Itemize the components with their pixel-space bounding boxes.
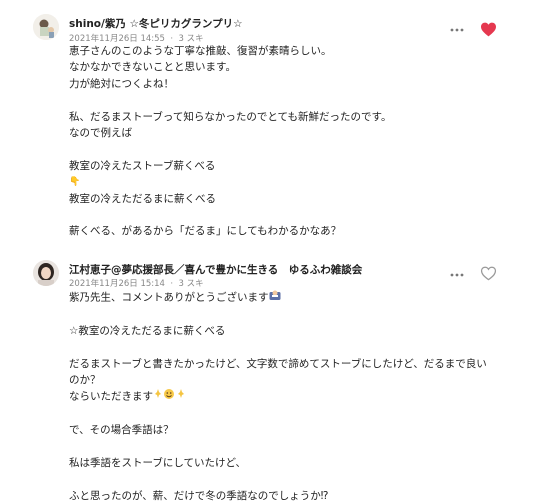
- avatar[interactable]: [33, 14, 59, 40]
- comment-body: 恵子さんのこのような丁寧な推敲、復習が素晴らしい。 なかなかできないことと思いま…: [69, 43, 391, 240]
- comment-line: ならいただきます: [69, 388, 487, 405]
- comment-line: で、その場合季語は？: [69, 424, 174, 437]
- comment-line: [69, 339, 487, 355]
- comment-1: shino/紫乃 ☆冬ピリカグランプリ☆ 2021年11月26日 14:55 ·…: [0, 0, 533, 250]
- comment-line-text: ならいただきます: [69, 391, 153, 404]
- comment-line: ☆教室の冷えただるまに薪くべる: [69, 324, 226, 337]
- comment-meta: 2021年11月26日 15:14 · 3 スキ: [69, 277, 204, 289]
- avatar[interactable]: [33, 260, 59, 286]
- sparkles-smiley-icon: [153, 388, 185, 405]
- comment-line: のか？: [69, 374, 101, 386]
- comment-line: なので例えば: [69, 127, 132, 140]
- avatar-photo-icon: [33, 260, 59, 286]
- comment-line: 薪くべる、があるから「だるま」にしてもわかるかなあ？: [69, 225, 342, 238]
- comment-date: 2021年11月26日 15:14: [69, 279, 165, 289]
- comment-line: 紫乃先生、コメントありがとうございます: [69, 289, 487, 306]
- more-dots-icon[interactable]: [450, 20, 464, 36]
- heart-outline-icon[interactable]: [480, 266, 498, 282]
- comment-line: 教室の冷えただるまに薪くべる: [69, 192, 216, 205]
- comment-line: 教室の冷えたストーブ薪くべる: [69, 159, 216, 172]
- comment-body: 紫乃先生、コメントありがとうございます ☆教室の冷えただるまに薪くべる だるまス…: [69, 289, 487, 504]
- comment-line: 力が絶対につくよね！: [69, 77, 174, 90]
- comment-line: [69, 306, 487, 322]
- comment-line: [69, 439, 487, 455]
- comment-author[interactable]: 江村恵子@夢応援部長／喜んで豊かに生きる ゆるふわ雑談会: [69, 262, 362, 277]
- avatar-illustration-icon: [33, 14, 59, 40]
- comment-line-text: 紫乃先生、コメントありがとうございます: [69, 291, 269, 304]
- comment-line: 私、だるまストーブって知らなかったのでとても新鮮だったのです。: [69, 110, 392, 123]
- comment-2: 江村恵子@夢応援部長／喜んで豊かに生きる ゆるふわ雑談会 2021年11月26日…: [0, 250, 533, 503]
- heart-icon[interactable]: [480, 22, 498, 38]
- like-count[interactable]: 3 スキ: [178, 279, 203, 289]
- comment-line: [69, 141, 391, 157]
- pointing-down-icon: 👇: [69, 177, 81, 188]
- comment-line: 私は季語をストーブにしていたけど、: [69, 457, 247, 469]
- comment-line: だるまストーブと書きたかったけど、文字数で諦めてストーブにしたけど、だるまで良い: [69, 357, 487, 370]
- comment-line: 恵子さんのこのような丁寧な推敲、復習が素晴らしい。: [69, 45, 332, 57]
- bowing-person-icon: [269, 289, 281, 306]
- comment-line: [69, 471, 487, 487]
- comment-line: ふと思ったのが、薪、だけで冬の季語なのでしょうか⁉: [69, 489, 329, 502]
- comment-line: [69, 406, 487, 422]
- comment-line: [69, 207, 391, 223]
- comment-author[interactable]: shino/紫乃 ☆冬ピリカグランプリ☆: [69, 16, 243, 31]
- meta-separator: ·: [167, 279, 176, 289]
- comment-line: なかなかできないことと思います。: [69, 61, 236, 74]
- more-dots-icon[interactable]: [450, 265, 464, 281]
- comment-line: [69, 92, 391, 108]
